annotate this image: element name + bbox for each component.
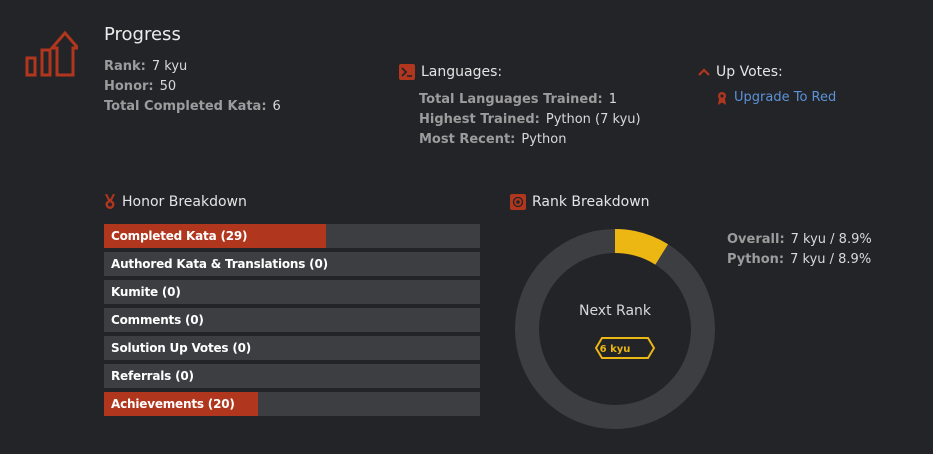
chevron-up-icon: [698, 68, 710, 76]
honor-stat: Honor: 50: [104, 79, 177, 94]
kumite-bar[interactable]: Kumite (0): [104, 280, 480, 304]
completed-kata-stat: Total Completed Kata: 6: [104, 99, 281, 114]
upgrade-to-red-link[interactable]: Upgrade To Red: [716, 90, 836, 105]
highest-trained-stat: Highest Trained: Python (7 kyu): [419, 112, 641, 127]
progress-title: Progress: [104, 24, 181, 45]
achievements-bar[interactable]: Achievements (20): [104, 392, 480, 416]
overall-rank-stat: Overall: 7 kyu / 8.9%: [727, 232, 872, 247]
honor-breakdown-header: Honor Breakdown: [104, 194, 247, 210]
next-rank-label: Next Rank: [579, 303, 652, 319]
rank-progress-donut: Next Rank 6 kyu: [515, 229, 715, 429]
donut-track: [515, 229, 715, 429]
progress-stats: Rank: 7 kyu Honor: 50 Total Completed Kata…: [104, 57, 281, 117]
rank-breakdown-header: Rank Breakdown: [510, 194, 650, 210]
terminal-icon: [399, 64, 415, 80]
target-icon: [510, 194, 526, 210]
total-languages-stat: Total Languages Trained: 1: [419, 92, 618, 107]
comments-bar[interactable]: Comments (0): [104, 308, 480, 332]
rank-stats: Overall: 7 kyu / 8.9% Python: 7 kyu / 8.9%: [727, 230, 872, 270]
upvotes-title: Up Votes:: [716, 64, 783, 80]
honor-bars: Completed Kata (29) Authored Kata & Tran…: [104, 224, 480, 420]
authored-kata-bar[interactable]: Authored Kata & Translations (0): [104, 252, 480, 276]
languages-title: Languages:: [421, 64, 503, 80]
referrals-bar[interactable]: Referrals (0): [104, 364, 480, 388]
python-rank-stat: Python: 7 kyu / 8.9%: [727, 252, 872, 267]
rank-stat: Rank: 7 kyu: [104, 59, 188, 74]
upgrade-link-label: Upgrade To Red: [734, 90, 837, 105]
rank-breakdown-title: Rank Breakdown: [532, 194, 650, 210]
solution-upvotes-bar[interactable]: Solution Up Votes (0): [104, 336, 480, 360]
medal-icon: [105, 194, 115, 209]
honor-breakdown-title: Honor Breakdown: [122, 194, 247, 210]
languages-stats: Total Languages Trained: 1 Highest Traine…: [419, 90, 641, 150]
languages-header: Languages:: [399, 64, 502, 80]
most-recent-stat: Most Recent: Python: [419, 132, 567, 147]
next-rank-value: 6 kyu: [600, 344, 631, 355]
completed-kata-bar[interactable]: Completed Kata (29): [104, 224, 480, 248]
progress-chart-icon: [25, 30, 78, 77]
upvotes-header: Up Votes:: [698, 64, 783, 80]
ribbon-icon: [718, 91, 726, 105]
